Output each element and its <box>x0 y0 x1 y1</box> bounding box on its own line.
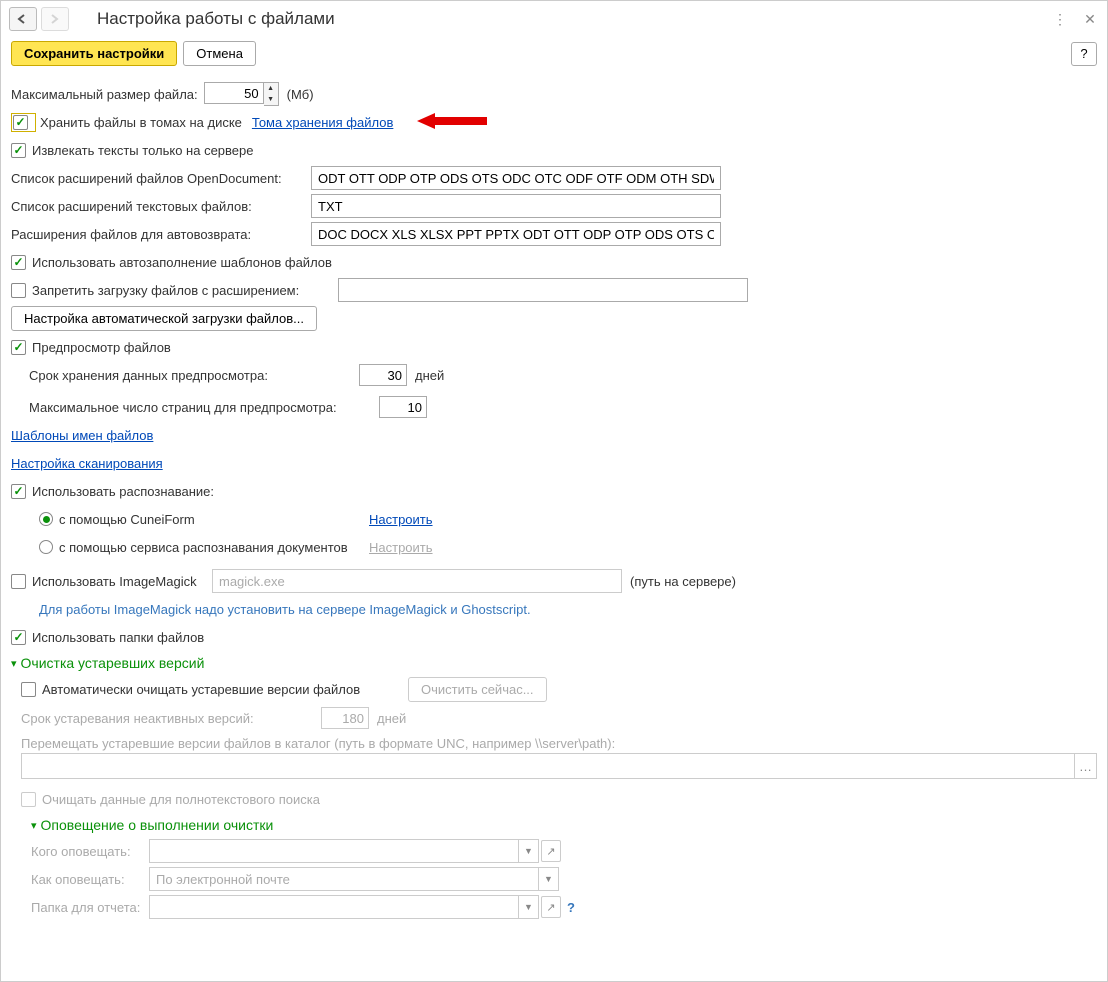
max-file-size-input[interactable] <box>204 82 264 104</box>
cleanup-auto-label: Автоматически очищать устаревшие версии … <box>42 682 408 697</box>
use-folders-checkbox[interactable] <box>11 630 26 645</box>
arrow-right-icon <box>49 14 61 24</box>
notify-how-label: Как оповещать: <box>31 872 149 887</box>
forbid-ext-label: Запретить загрузку файлов с расширением: <box>32 283 338 298</box>
red-arrow-icon <box>417 113 487 132</box>
name-templates-link[interactable]: Шаблоны имен файлов <box>11 428 153 443</box>
dropdown-icon[interactable]: ▼ <box>518 840 538 862</box>
txt-ext-label: Список расширений текстовых файлов: <box>11 199 311 214</box>
max-file-size-unit: (Мб) <box>287 87 314 102</box>
use-folders-label: Использовать папки файлов <box>32 630 204 645</box>
autoreturn-ext-label: Расширения файлов для автовозврата: <box>11 227 311 242</box>
od-ext-label: Список расширений файлов OpenDocument: <box>11 171 311 186</box>
cleanup-fulltext-label: Очищать данные для полнотекстового поиск… <box>42 792 320 807</box>
ocr-cuneiform-radio[interactable] <box>39 512 53 526</box>
autofill-templates-checkbox[interactable] <box>11 255 26 270</box>
window-title: Настройка работы с файлами <box>97 9 335 29</box>
notify-who-open-button[interactable]: ↗ <box>541 840 561 862</box>
titlebar: Настройка работы с файлами ⋮ ✕ <box>1 1 1107 37</box>
autoreturn-ext-input[interactable] <box>311 222 721 246</box>
notify-section-header[interactable]: ▾ Оповещение о выполнении очистки <box>11 817 1097 833</box>
cleanup-aging-input <box>321 707 369 729</box>
cleanup-move-path-input <box>21 753 1075 779</box>
notify-who-combo[interactable]: ▼ <box>149 839 539 863</box>
cleanup-aging-unit: дней <box>377 711 406 726</box>
notify-how-combo[interactable]: По электронной почте ▼ <box>149 867 559 891</box>
chevron-down-icon: ▾ <box>11 657 17 670</box>
imagemagick-label: Использовать ImageMagick <box>32 574 212 589</box>
forbid-ext-checkbox[interactable] <box>11 283 26 298</box>
preview-checkbox[interactable] <box>11 340 26 355</box>
cleanup-move-label: Перемещать устаревшие версии файлов в ка… <box>21 736 1097 751</box>
save-button[interactable]: Сохранить настройки <box>11 41 177 66</box>
spinner-up-icon[interactable]: ▲ <box>264 83 278 94</box>
autofill-templates-label: Использовать автозаполнение шаблонов фай… <box>32 255 332 270</box>
cleanup-section-header[interactable]: ▾ Очистка устаревших версий <box>11 655 1097 671</box>
ocr-docservice-radio[interactable] <box>39 540 53 554</box>
ocr-cuneiform-configure-link[interactable]: Настроить <box>369 512 433 527</box>
imagemagick-path-hint: (путь на сервере) <box>630 574 736 589</box>
nav-back-button[interactable] <box>9 7 37 31</box>
spinner-down-icon[interactable]: ▼ <box>264 94 278 105</box>
preview-retention-unit: дней <box>415 368 444 383</box>
imagemagick-path-input <box>212 569 622 593</box>
dropdown-icon[interactable]: ▼ <box>518 896 538 918</box>
max-file-size-label: Максимальный размер файла: <box>11 87 198 102</box>
cleanup-auto-checkbox[interactable] <box>21 682 36 697</box>
more-icon[interactable]: ⋮ <box>1051 11 1069 28</box>
cleanup-now-button[interactable]: Очистить сейчас... <box>408 677 547 702</box>
nav-forward-button[interactable] <box>41 7 69 31</box>
cleanup-fulltext-checkbox <box>21 792 36 807</box>
cleanup-section-title: Очистка устаревших версий <box>21 655 205 671</box>
help-button[interactable]: ? <box>1071 42 1097 66</box>
notify-how-value: По электронной почте <box>150 872 538 887</box>
preview-retention-label: Срок хранения данных предпросмотра: <box>29 368 359 383</box>
txt-ext-input[interactable] <box>311 194 721 218</box>
preview-label: Предпросмотр файлов <box>32 340 171 355</box>
store-volumes-checkbox[interactable] <box>13 115 28 130</box>
notify-help-icon[interactable]: ? <box>567 900 575 915</box>
extract-server-label: Извлекать тексты только на сервере <box>32 143 253 158</box>
notify-folder-combo[interactable]: ▼ <box>149 895 539 919</box>
imagemagick-checkbox[interactable] <box>11 574 26 589</box>
preview-maxpages-label: Максимальное число страниц для предпросм… <box>29 400 379 415</box>
imagemagick-info: Для работы ImageMagick надо установить н… <box>39 602 531 617</box>
notify-folder-label: Папка для отчета: <box>31 900 149 915</box>
forbid-ext-input[interactable] <box>338 278 748 302</box>
notify-section-title: Оповещение о выполнении очистки <box>41 817 274 833</box>
scan-settings-link[interactable]: Настройка сканирования <box>11 456 163 471</box>
ocr-docservice-configure-link: Настроить <box>369 540 433 555</box>
chevron-down-icon: ▾ <box>31 819 37 832</box>
notify-folder-open-button[interactable]: ↗ <box>541 896 561 918</box>
ocr-label: Использовать распознавание: <box>32 484 214 499</box>
storage-volumes-link[interactable]: Тома хранения файлов <box>252 115 393 130</box>
cancel-button[interactable]: Отмена <box>183 41 256 66</box>
od-ext-input[interactable] <box>311 166 721 190</box>
toolbar: Сохранить настройки Отмена ? <box>1 37 1107 72</box>
ocr-docservice-label: с помощью сервиса распознавания документ… <box>59 540 369 555</box>
notify-who-label: Кого оповещать: <box>31 844 149 859</box>
cleanup-browse-button[interactable]: … <box>1075 753 1097 779</box>
arrow-left-icon <box>17 14 29 24</box>
preview-retention-input[interactable] <box>359 364 407 386</box>
preview-maxpages-input[interactable] <box>379 396 427 418</box>
ocr-cuneiform-label: с помощью CuneiForm <box>59 512 369 527</box>
ocr-checkbox[interactable] <box>11 484 26 499</box>
auto-load-settings-button[interactable]: Настройка автоматической загрузки файлов… <box>11 306 317 331</box>
dropdown-icon[interactable]: ▼ <box>538 868 558 890</box>
cleanup-aging-label: Срок устаревания неактивных версий: <box>21 711 321 726</box>
close-icon[interactable]: ✕ <box>1081 11 1099 28</box>
store-volumes-label: Хранить файлы в томах на диске <box>40 115 242 130</box>
extract-server-checkbox[interactable] <box>11 143 26 158</box>
